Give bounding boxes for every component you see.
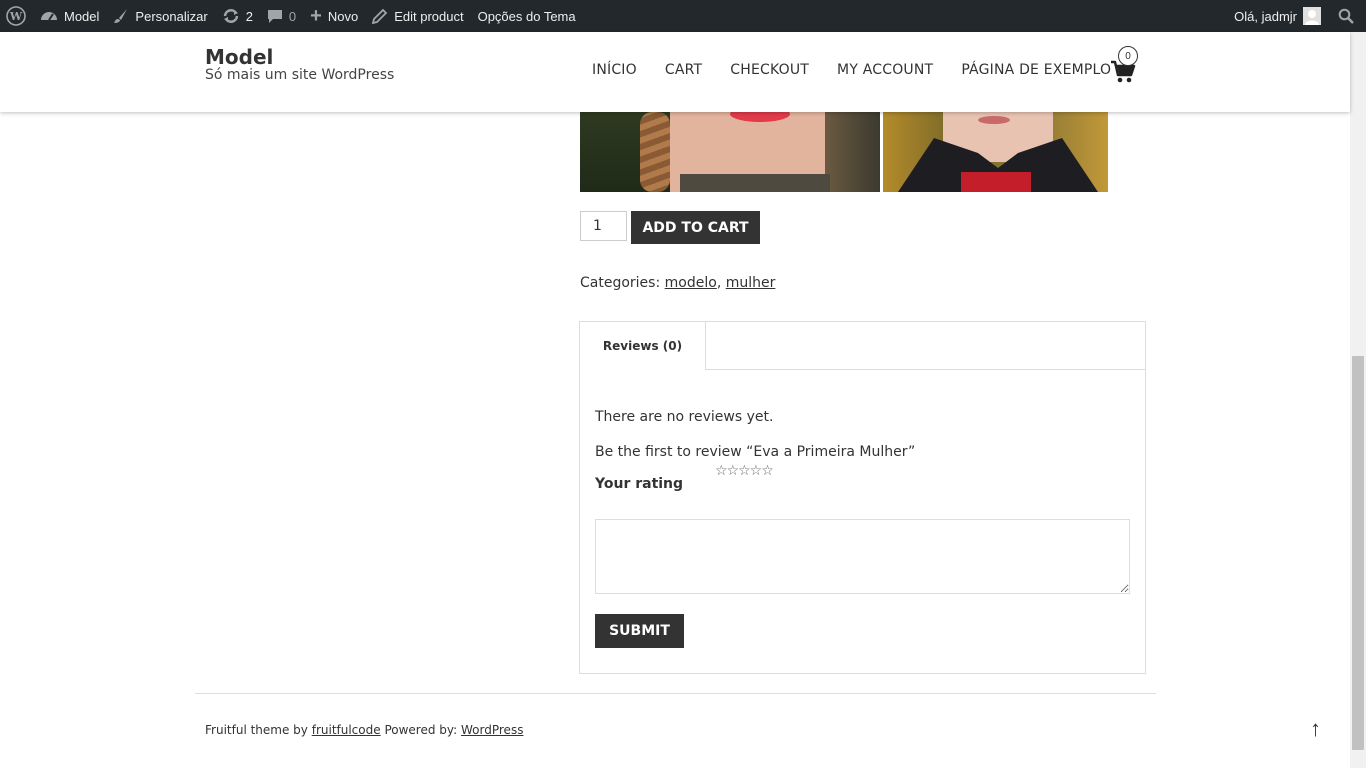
footer-credits: Fruitful theme by fruitfulcode Powered b… — [205, 723, 523, 737]
page-scrollbar-thumb[interactable] — [1352, 356, 1364, 750]
footer-divider — [195, 693, 1156, 694]
no-reviews-message: There are no reviews yet. — [595, 409, 774, 425]
nav-item-checkout[interactable]: CHECKOUT — [730, 62, 809, 78]
category-link-mulher[interactable]: mulher — [726, 275, 776, 291]
tab-reviews[interactable]: Reviews (0) — [579, 321, 706, 370]
nav-item-my-account[interactable]: MY ACCOUNT — [837, 62, 933, 78]
review-comment-textarea[interactable] — [595, 519, 1130, 594]
theme-options-label: Opções do Tema — [477, 8, 576, 24]
avatar — [1303, 7, 1321, 25]
footer-powered-label: Powered by: — [384, 723, 458, 737]
wordpress-logo-icon: W — [6, 6, 26, 26]
product-image-2[interactable] — [883, 112, 1108, 192]
updates-link[interactable]: 2 — [215, 0, 260, 32]
plus-icon: + — [310, 4, 322, 27]
site-title[interactable]: Model — [205, 45, 273, 69]
wordpress-logo-button[interactable]: W — [0, 0, 33, 32]
header-cart-button[interactable]: 0 — [1110, 46, 1140, 84]
new-label: Novo — [327, 8, 359, 24]
tabs-divider — [705, 369, 1146, 370]
quantity-input[interactable] — [580, 211, 627, 241]
updates-icon — [222, 8, 240, 24]
greeting-label: Olá, jadmjr — [1234, 8, 1297, 24]
dashboard-icon — [40, 8, 58, 24]
back-to-top-arrow-icon[interactable]: ↑ — [1310, 718, 1321, 740]
updates-count: 2 — [245, 8, 253, 24]
site-name-menu[interactable]: Model — [33, 0, 106, 32]
comment-bubble-icon — [267, 8, 283, 24]
fruitfulcode-link[interactable]: fruitfulcode — [312, 723, 381, 737]
star-rating-selector[interactable]: ☆☆☆☆☆ — [715, 462, 774, 479]
submit-review-button[interactable]: SUBMIT — [595, 614, 684, 648]
admin-search-button[interactable] — [1328, 0, 1366, 32]
pencil-icon — [372, 8, 388, 24]
comments-link[interactable]: 0 — [260, 0, 303, 32]
category-separator: , — [716, 275, 722, 291]
comments-count: 0 — [288, 8, 297, 24]
customize-label: Personalizar — [135, 8, 208, 24]
svg-text:W: W — [9, 10, 23, 23]
customize-link[interactable]: Personalizar — [106, 0, 214, 32]
nav-item-inicio[interactable]: INÍCIO — [592, 62, 637, 78]
category-link-modelo[interactable]: modelo — [665, 275, 717, 291]
wordpress-link[interactable]: WordPress — [461, 723, 523, 737]
main-navigation: INÍCIO CART CHECKOUT MY ACCOUNT PÁGINA D… — [578, 62, 1125, 78]
theme-options-link[interactable]: Opções do Tema — [471, 0, 583, 32]
footer-theme-label: Fruitful theme by — [205, 723, 308, 737]
edit-product-label: Edit product — [394, 8, 464, 24]
rating-label: Your rating — [595, 476, 684, 492]
cart-count-badge: 0 — [1118, 46, 1138, 66]
search-icon — [1338, 8, 1354, 24]
paintbrush-icon — [113, 8, 129, 24]
first-review-prompt: Be the first to review “Eva a Primeira M… — [595, 444, 916, 460]
site-name-label: Model — [64, 8, 100, 24]
site-description: Só mais um site WordPress — [205, 67, 395, 83]
product-categories: Categories: modelo, mulher — [580, 275, 775, 291]
nav-item-cart[interactable]: CART — [665, 62, 702, 78]
new-content-menu[interactable]: + Novo — [303, 0, 365, 32]
site-header: Model Só mais um site WordPress INÍCIO C… — [0, 32, 1350, 112]
categories-label: Categories: — [580, 275, 661, 291]
add-to-cart-button[interactable]: ADD TO CART — [631, 211, 760, 244]
admin-bar: W Model Personalizar 2 0 + Novo Edit pro… — [0, 0, 1366, 32]
nav-item-pagina-de-exemplo[interactable]: PÁGINA DE EXEMPLO — [961, 62, 1111, 78]
edit-product-link[interactable]: Edit product — [365, 0, 470, 32]
my-account-menu[interactable]: Olá, jadmjr — [1227, 0, 1328, 32]
product-image-1[interactable] — [580, 112, 880, 192]
